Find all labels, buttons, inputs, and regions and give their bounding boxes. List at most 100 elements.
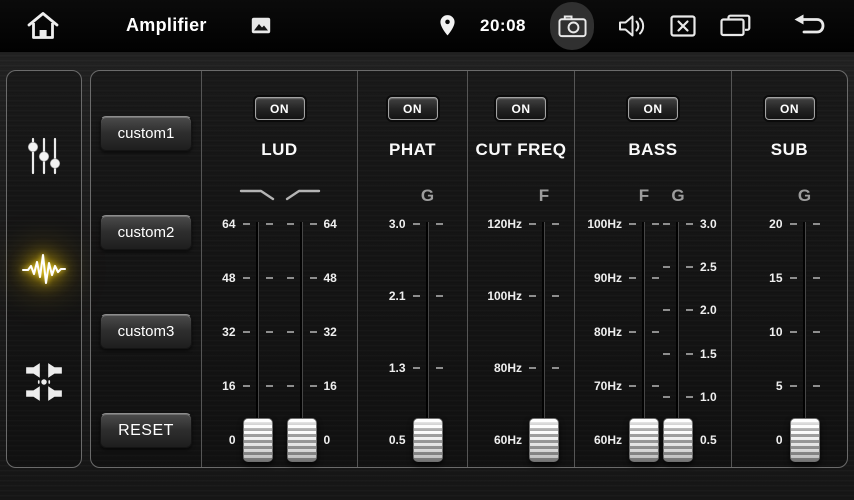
panel-title-bass: BASS <box>628 140 677 160</box>
presets-column: custom1 custom2 custom3 RESET <box>91 71 201 467</box>
slider-rail[interactable] <box>242 224 274 440</box>
tick-mark <box>663 223 693 225</box>
preset-custom3-button[interactable]: custom3 <box>100 314 192 349</box>
sidebar-item-speaker-balance[interactable] <box>16 354 72 410</box>
preset-custom1-button[interactable]: custom1 <box>100 116 192 151</box>
tick-mark <box>287 385 317 387</box>
panel-title-phat: PHAT <box>389 140 436 160</box>
tick-label: 1.3 <box>389 361 406 375</box>
tick-mark <box>243 385 273 387</box>
slider-thumb[interactable] <box>790 418 820 462</box>
close-icon[interactable] <box>670 15 696 37</box>
lud-on-button[interactable]: ON <box>255 97 305 120</box>
slider-rail[interactable]: G <box>662 224 694 440</box>
tick-label: 100Hz <box>487 289 522 303</box>
panel-title-sub: SUB <box>771 140 808 160</box>
gallery-icon[interactable] <box>251 17 271 34</box>
sidebar-item-equalizer[interactable] <box>16 128 72 184</box>
shelf-down-curve-icon <box>238 186 278 207</box>
amplifier-panel: custom1 custom2 custom3 RESET ONLUD64483… <box>90 70 848 468</box>
slider-rail[interactable]: G <box>412 224 444 440</box>
slider-rail[interactable]: F <box>628 224 660 440</box>
slider-thumb[interactable] <box>243 418 273 462</box>
slider-thumb[interactable] <box>629 418 659 462</box>
slider-header-label: G <box>671 186 684 206</box>
volume-icon[interactable] <box>618 14 646 38</box>
camera-icon <box>558 14 587 38</box>
home-icon[interactable] <box>26 10 60 41</box>
sidebar-item-sound-effect[interactable] <box>16 241 72 297</box>
slider-scale: 3.02.52.01.51.00.5 <box>694 224 724 440</box>
tick-mark <box>413 367 443 369</box>
bass-slider-0: 100Hz90Hz80Hz70Hz60HzF <box>582 224 660 440</box>
tick-label: 80Hz <box>494 361 522 375</box>
panel-phat: ON PHAT 3.0 2.1 1.3 0.5 G <box>357 71 467 467</box>
tick-label: 10 <box>769 325 782 339</box>
panel-bass: ONBASS100Hz90Hz80Hz70Hz60HzFG3.02.52.01.… <box>574 71 731 467</box>
tick-mark <box>629 331 659 333</box>
tick-label: 5 <box>776 379 783 393</box>
slider-rail[interactable]: G <box>789 224 821 440</box>
tick-label: 3.0 <box>389 217 406 231</box>
panel-cutfreq: ONCUT FREQ120Hz100Hz80Hz60HzF <box>467 71 574 467</box>
tick-mark <box>529 295 559 297</box>
panel-lud: ONLUD644832160644832160 <box>201 71 357 467</box>
top-bar: Amplifier 20:08 <box>0 0 854 52</box>
sub-on-button[interactable]: ON <box>765 97 815 120</box>
slider-scale: 100Hz90Hz80Hz70Hz60Hz <box>582 224 628 440</box>
slider-scale: 20151050 <box>759 224 789 440</box>
tick-mark <box>243 223 273 225</box>
tick-mark <box>663 353 693 355</box>
back-icon[interactable] <box>793 12 830 39</box>
slider-scale: 120Hz100Hz80Hz60Hz <box>482 224 528 440</box>
waveform-icon <box>21 250 67 288</box>
tick-mark <box>790 277 820 279</box>
equalizer-icon <box>25 136 63 176</box>
tick-label: 48 <box>324 271 337 285</box>
tick-mark <box>663 266 693 268</box>
tick-label: 60Hz <box>494 433 522 447</box>
tick-label: 32 <box>324 325 337 339</box>
screenshot-button[interactable] <box>550 2 594 50</box>
tick-label: 2.5 <box>700 260 717 274</box>
tick-label: 90Hz <box>594 271 622 285</box>
slider-thumb[interactable] <box>287 418 317 462</box>
slider-rail[interactable]: F <box>528 224 560 440</box>
tick-label: 2.1 <box>389 289 406 303</box>
phat-sliders: 3.02.11.30.5G <box>382 224 444 440</box>
reset-button[interactable]: RESET <box>100 413 192 448</box>
cutfreq-sliders: 120Hz100Hz80Hz60HzF <box>482 224 560 440</box>
tick-mark <box>790 223 820 225</box>
sub-slider-0: 20151050G <box>759 224 821 440</box>
tick-mark <box>287 277 317 279</box>
slider-header-label: G <box>421 186 434 206</box>
recents-icon[interactable] <box>720 14 751 38</box>
tick-label: 2.0 <box>700 303 717 317</box>
bass-on-button[interactable]: ON <box>628 97 678 120</box>
slider-thumb[interactable] <box>413 418 443 462</box>
tick-label: 0.5 <box>389 433 406 447</box>
lud-sliders: 644832160644832160 <box>212 224 348 440</box>
slider-scale: 3.02.11.30.5 <box>382 224 412 440</box>
preset-custom2-button[interactable]: custom2 <box>100 215 192 250</box>
tick-mark <box>790 385 820 387</box>
slider-thumb[interactable] <box>529 418 559 462</box>
tick-label: 100Hz <box>587 217 622 231</box>
slider-scale: 644832160 <box>318 224 348 440</box>
status-icons: 20:08 <box>439 2 830 50</box>
cutfreq-slider-0: 120Hz100Hz80Hz60HzF <box>482 224 560 440</box>
tick-mark <box>413 295 443 297</box>
slider-header-label: F <box>539 186 549 206</box>
tick-mark <box>663 396 693 398</box>
tick-label: 0.5 <box>700 433 717 447</box>
tick-mark <box>413 223 443 225</box>
tick-mark <box>529 223 559 225</box>
cutfreq-on-button[interactable]: ON <box>496 97 546 120</box>
tick-label: 16 <box>324 379 337 393</box>
tick-label: 64 <box>222 217 235 231</box>
phat-on-button[interactable]: ON <box>388 97 438 120</box>
shelf-up-curve-icon <box>282 186 322 207</box>
slider-thumb[interactable] <box>663 418 693 462</box>
panel-sub: ONSUB20151050G <box>731 71 847 467</box>
slider-rail[interactable] <box>286 224 318 440</box>
